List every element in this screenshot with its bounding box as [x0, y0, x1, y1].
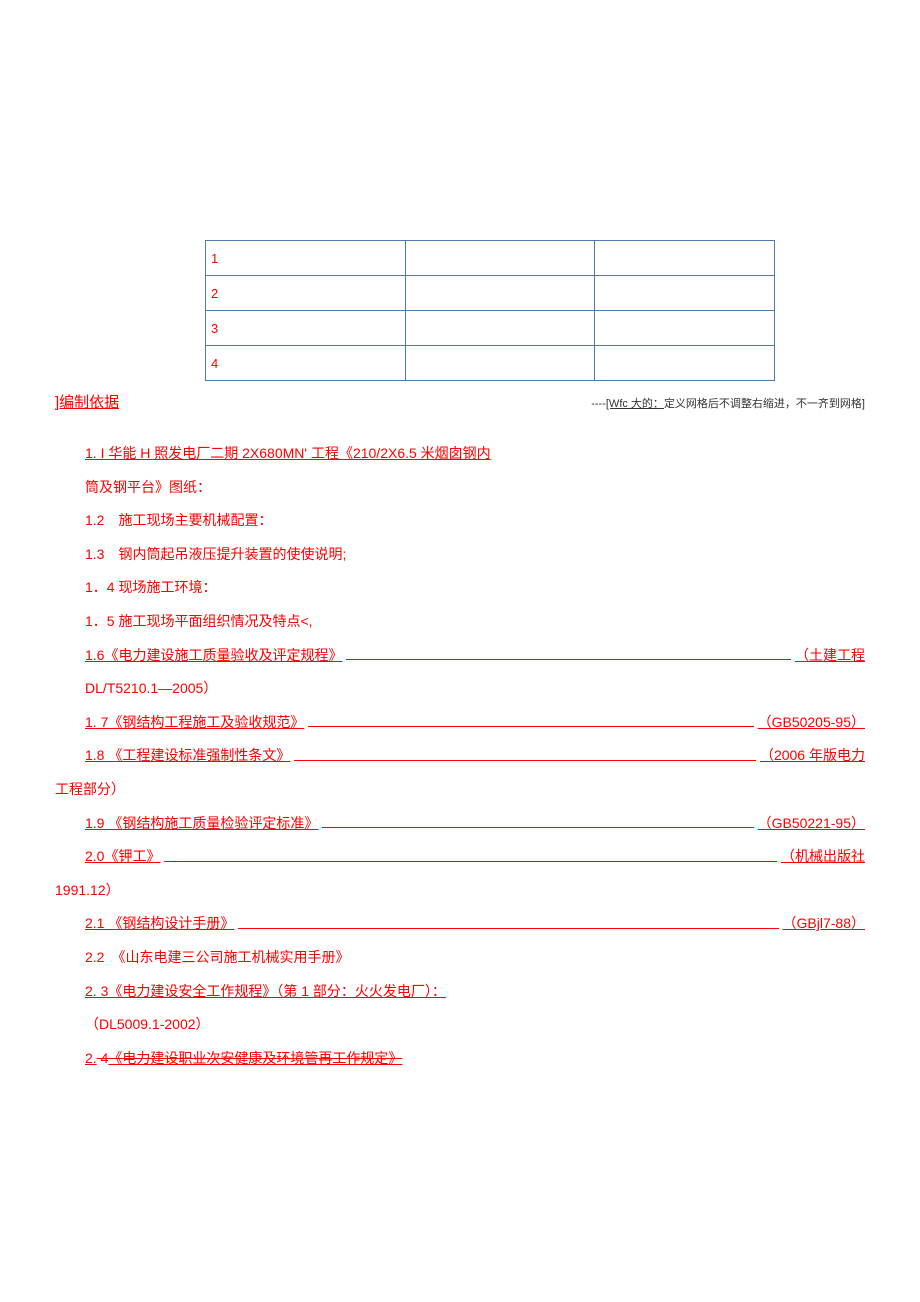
item-text: 《电力建设职业次安健康及环境管再工作规定》 [108, 1050, 402, 1066]
item-sub: 4 [97, 1050, 109, 1066]
item-text: DL/T5210.1—2005） [85, 680, 217, 696]
cell [405, 311, 595, 346]
item-text: 2. 3《电力建设安全工作规程》（第 1 部分：火火发电厂）： [85, 983, 446, 999]
item-1-4: 1．4 现场施工环境： [55, 571, 865, 605]
item-text: （DL5009.1-2002） [85, 1016, 210, 1032]
cell [595, 276, 775, 311]
item-1-6: 1.6《电力建设施工质量验收及评定规程》 （土建工程 [55, 639, 865, 673]
cell [595, 241, 775, 276]
cell: 2 [206, 276, 406, 311]
cell [405, 346, 595, 381]
item-text: 1．4 现场施工环境： [85, 579, 216, 595]
underline-fill [164, 834, 777, 862]
cell [405, 276, 595, 311]
item-text-right: （GB50205-95） [758, 706, 865, 740]
item-text-left: 2.0《钾工》 [85, 840, 160, 874]
item-2-4: 2. 4《电力建设职业次安健康及环境管再工作规定》 [55, 1042, 865, 1076]
cell: 1 [206, 241, 406, 276]
item-text-right: （2006 年版电力 [760, 739, 865, 773]
item-text: 1.2 施工现场主要机械配置： [85, 512, 272, 528]
table-row: 2 [206, 276, 775, 311]
annotation-trail: 定义网格后不调整右缩进，不一齐到网格] [664, 398, 865, 410]
section-heading-row: ]编制依据 ----[Wfc 大的：定义网格后不调整右缩进，不一齐到网格] [55, 391, 865, 412]
item-1-1-cont: 筒及钢平台》图纸： [55, 471, 865, 505]
item-num: 2. [85, 1050, 97, 1066]
item-text-left: 1. 7《钢结构工程施工及验收规范》 [85, 706, 304, 740]
item-1-1: 1. I 华能 H 照发电厂二期 2X680MN' 工程《210/2X6.5 米… [55, 437, 865, 471]
item-1-2: 1.2 施工现场主要机械配置： [55, 504, 865, 538]
cell [405, 241, 595, 276]
item-1-3: 1.3 钢内筒起吊液压提升装置的使使说明; [55, 538, 865, 572]
underline-fill [294, 733, 756, 761]
section-heading: ]编制依据 [55, 391, 119, 412]
margin-annotation: ----[Wfc 大的：定义网格后不调整右缩进，不一齐到网格] [591, 395, 865, 411]
content-body: 1. I 华能 H 照发电厂二期 2X680MN' 工程《210/2X6.5 米… [55, 437, 865, 1075]
underline-fill [308, 700, 753, 728]
underline-fill [238, 901, 778, 929]
item-text: 1. I 华能 H 照发电厂二期 2X680MN' 工程《210/2X6.5 米… [85, 445, 491, 461]
item-text-right: （机械出版社 [781, 840, 865, 874]
item-text-left: 1.6《电力建设施工质量验收及评定规程》 [85, 639, 342, 673]
item-text: 工程部分） [55, 781, 125, 797]
table-row: 4 [206, 346, 775, 381]
item-2-3-cont: （DL5009.1-2002） [55, 1008, 865, 1042]
cell: 3 [206, 311, 406, 346]
underline-fill [322, 801, 753, 829]
item-2-2: 2.2 《山东电建三公司施工机械实用手册》 [55, 941, 865, 975]
table-row: 3 [206, 311, 775, 346]
item-text-right: （土建工程 [795, 639, 865, 673]
item-text: 1.3 钢内筒起吊液压提升装置的使使说明; [85, 546, 346, 562]
item-1-8: 1.8 《工程建设标准强制性条文》 （2006 年版电力 [55, 739, 865, 773]
item-text: 筒及钢平台》图纸： [85, 479, 211, 495]
item-2-1: 2.1 《钢结构设计手册》 （GBjl7-88） [55, 907, 865, 941]
table-row: 1 [206, 241, 775, 276]
item-text: 2.2 《山东电建三公司施工机械实用手册》 [85, 949, 349, 965]
cell [595, 311, 775, 346]
item-text-left: 2.1 《钢结构设计手册》 [85, 907, 234, 941]
item-2-0: 2.0《钾工》 （机械出版社 [55, 840, 865, 874]
item-2-3: 2. 3《电力建设安全工作规程》（第 1 部分：火火发电厂）： [55, 975, 865, 1009]
annotation-dashes: ---- [591, 398, 606, 410]
cell: 4 [206, 346, 406, 381]
annotation-bracket: [Wfc 大的： [606, 398, 664, 410]
item-text: 1991.12） [55, 882, 120, 898]
item-text-left: 1.8 《工程建设标准强制性条文》 [85, 739, 290, 773]
header-table: 1 2 3 4 [205, 240, 775, 381]
item-text-right: （GBjl7-88） [783, 907, 865, 941]
cell [595, 346, 775, 381]
underline-fill [346, 633, 791, 661]
item-text: 1．5 施工现场平面组织情况及特点<, [85, 613, 313, 629]
